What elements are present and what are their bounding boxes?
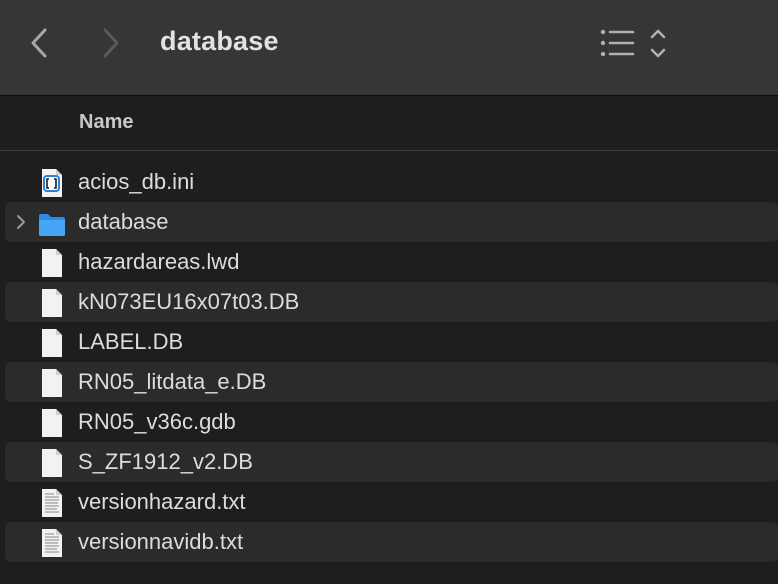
file-name: acios_db.ini bbox=[78, 169, 195, 194]
name-column-header[interactable]: Name bbox=[79, 111, 133, 134]
file-name: database bbox=[78, 209, 169, 234]
chevron-left-icon bbox=[31, 28, 47, 58]
text-file-icon bbox=[38, 488, 66, 518]
file-name: RN05_litdata_e.DB bbox=[78, 369, 267, 394]
document-icon bbox=[38, 448, 66, 478]
forward-button[interactable] bbox=[91, 22, 131, 64]
file-list: acios_db.ini database hazardareas.lwd kN… bbox=[0, 162, 778, 562]
ini-file-icon bbox=[38, 168, 66, 198]
file-name: hazardareas.lwd bbox=[78, 249, 240, 274]
window-title: database bbox=[160, 26, 279, 56]
file-row[interactable]: RN05_v36c.gdb bbox=[5, 402, 778, 442]
text-file-icon bbox=[38, 528, 66, 558]
file-row[interactable]: versionnavidb.txt bbox=[5, 522, 778, 562]
finder-window: database Name acios_db.ini database haza… bbox=[0, 0, 778, 584]
file-row[interactable]: kN073EU16x07t03.DB bbox=[5, 282, 778, 322]
view-options-button[interactable] bbox=[597, 24, 673, 64]
document-icon bbox=[38, 368, 66, 398]
file-row[interactable]: S_ZF1912_v2.DB bbox=[5, 442, 778, 482]
list-view-icon bbox=[600, 29, 666, 58]
folder-row[interactable]: database bbox=[5, 202, 778, 242]
column-header: Name bbox=[0, 96, 778, 151]
file-row[interactable]: versionhazard.txt bbox=[5, 482, 778, 522]
file-name: LABEL.DB bbox=[78, 329, 184, 354]
document-icon bbox=[38, 288, 66, 318]
document-icon bbox=[38, 248, 66, 278]
file-name: versionnavidb.txt bbox=[78, 529, 244, 554]
back-button[interactable] bbox=[19, 22, 59, 64]
disclosure-triangle-icon[interactable] bbox=[15, 214, 27, 230]
file-name: RN05_v36c.gdb bbox=[78, 409, 236, 434]
chevron-right-icon bbox=[103, 28, 119, 58]
file-row[interactable]: hazardareas.lwd bbox=[5, 242, 778, 282]
file-row[interactable]: acios_db.ini bbox=[5, 162, 778, 202]
document-icon bbox=[38, 408, 66, 438]
file-row[interactable]: RN05_litdata_e.DB bbox=[5, 362, 778, 402]
toolbar: database bbox=[0, 0, 778, 96]
file-name: kN073EU16x07t03.DB bbox=[78, 289, 300, 314]
folder-icon bbox=[38, 208, 66, 238]
document-icon bbox=[38, 328, 66, 358]
file-row[interactable]: LABEL.DB bbox=[5, 322, 778, 362]
file-name: S_ZF1912_v2.DB bbox=[78, 449, 253, 474]
file-name: versionhazard.txt bbox=[78, 489, 246, 514]
